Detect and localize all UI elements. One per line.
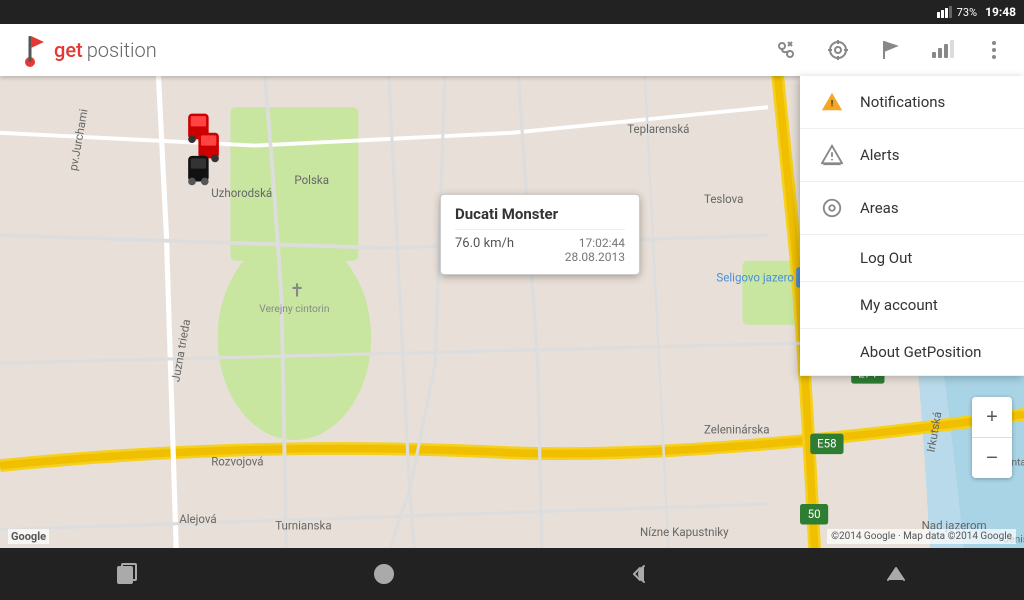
menu-item-areas[interactable]: Areas bbox=[800, 182, 1024, 235]
svg-text:Verejny cintorin: Verejny cintorin bbox=[259, 302, 329, 315]
dropdown-menu: ! Notifications Alerts Areas Log O bbox=[800, 76, 1024, 376]
menu-item-about[interactable]: About GetPosition bbox=[800, 329, 1024, 376]
svg-text:Teslova: Teslova bbox=[704, 192, 743, 206]
notifications-label: Notifications bbox=[860, 93, 945, 111]
target-icon[interactable] bbox=[820, 32, 856, 68]
menu-item-myaccount[interactable]: My account bbox=[800, 282, 1024, 329]
bottom-nav bbox=[0, 548, 1024, 600]
areas-label: Areas bbox=[860, 199, 899, 217]
zoom-out-button[interactable]: − bbox=[972, 438, 1012, 478]
svg-text:Zeleninárska: Zeleninárska bbox=[704, 423, 770, 437]
svg-text:Seligovo jazero: Seligovo jazero bbox=[716, 270, 794, 284]
myaccount-label: My account bbox=[860, 296, 938, 314]
more-options-icon[interactable] bbox=[976, 32, 1012, 68]
svg-text:50: 50 bbox=[808, 507, 821, 521]
warning-icon: ! bbox=[820, 90, 844, 114]
svg-text:Alejová: Alejová bbox=[179, 512, 216, 526]
vehicle-popup[interactable]: Ducati Monster 76.0 km/h 17:02:44 28.08.… bbox=[440, 194, 640, 275]
app-logo-text: get position bbox=[54, 38, 157, 62]
back-button[interactable] bbox=[610, 552, 670, 596]
svg-text:✝: ✝ bbox=[289, 281, 304, 302]
menu-item-alerts[interactable]: Alerts bbox=[800, 129, 1024, 182]
status-icons: 73% 19:48 bbox=[937, 5, 1016, 19]
google-logo: Google bbox=[8, 529, 49, 544]
battery-text: 73% bbox=[957, 6, 977, 19]
logo-position: position bbox=[87, 38, 157, 62]
svg-text:Rozvojová: Rozvojová bbox=[211, 455, 263, 469]
alert-icon bbox=[820, 143, 844, 167]
popup-vehicle-name: Ducati Monster bbox=[455, 205, 625, 230]
svg-text:Nízne Kapustniky: Nízne Kapustniky bbox=[640, 525, 729, 539]
popup-date: 28.08.2013 bbox=[565, 250, 625, 264]
about-label: About GetPosition bbox=[860, 343, 981, 361]
svg-text:E58: E58 bbox=[817, 437, 837, 451]
menu-item-notifications[interactable]: ! Notifications bbox=[800, 76, 1024, 129]
svg-text:Teplarenská: Teplarenská bbox=[627, 122, 689, 136]
svg-text:Uzhorodská: Uzhorodská bbox=[211, 186, 272, 200]
toolbar: get position bbox=[0, 24, 1024, 76]
popup-speed: 76.0 km/h bbox=[455, 236, 514, 264]
zoom-controls[interactable]: + − bbox=[972, 397, 1012, 478]
app-logo: get position bbox=[12, 32, 768, 68]
alerts-label: Alerts bbox=[860, 146, 900, 164]
svg-text:Turnianska: Turnianska bbox=[275, 519, 331, 533]
svg-text:Polska: Polska bbox=[294, 173, 329, 187]
status-bar: 73% 19:48 bbox=[0, 0, 1024, 24]
menu-item-logout[interactable]: Log Out bbox=[800, 235, 1024, 282]
home-button[interactable] bbox=[354, 552, 414, 596]
map-attribution: ©2014 Google · Map data ©2014 Google bbox=[827, 529, 1016, 544]
flag-toolbar-icon[interactable] bbox=[872, 32, 908, 68]
popup-time: 17:02:44 bbox=[565, 236, 625, 250]
zoom-in-button[interactable]: + bbox=[972, 397, 1012, 437]
toolbar-actions bbox=[768, 32, 1012, 68]
areas-icon bbox=[820, 196, 844, 220]
logout-label: Log Out bbox=[860, 249, 912, 267]
up-button[interactable] bbox=[866, 552, 926, 596]
logo-get: get bbox=[54, 38, 83, 62]
route-icon[interactable] bbox=[768, 32, 804, 68]
app-logo-flag bbox=[12, 32, 48, 68]
popup-datetime: 17:02:44 28.08.2013 bbox=[565, 236, 625, 264]
time-text: 19:48 bbox=[985, 5, 1016, 19]
svg-text:!: ! bbox=[831, 100, 833, 110]
popup-details: 76.0 km/h 17:02:44 28.08.2013 bbox=[455, 236, 625, 264]
recent-apps-button[interactable] bbox=[98, 552, 158, 596]
signal-icon[interactable] bbox=[924, 32, 960, 68]
